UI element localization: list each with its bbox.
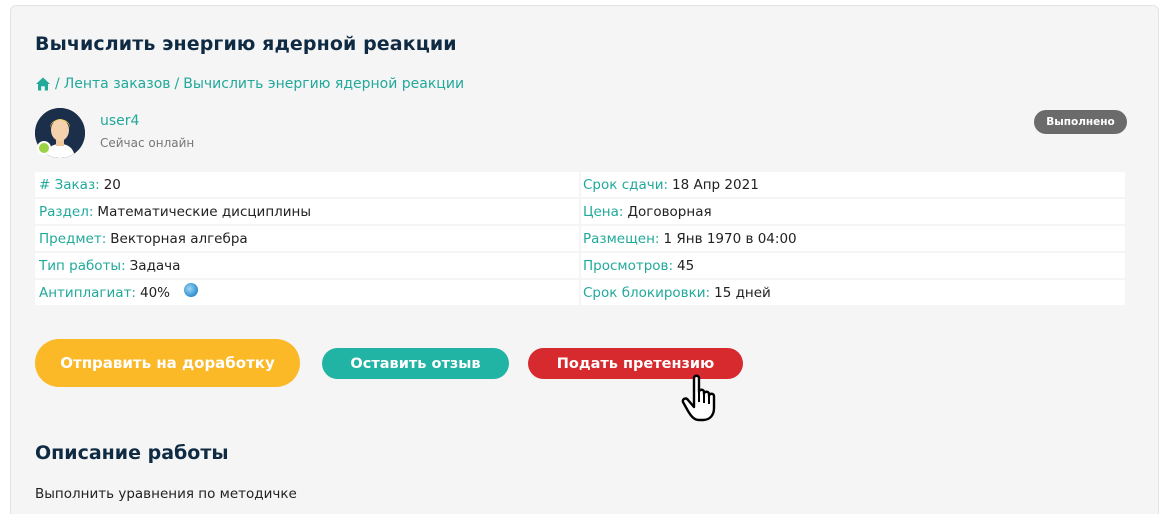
detail-value: Векторная алгебра	[110, 230, 248, 247]
detail-label: Тип работы:	[39, 257, 126, 274]
antiplagiarism: Антиплагиат: 40%	[35, 280, 579, 305]
order-details: # Заказ: 20 Срок сдачи: 18 Апр 2021 Разд…	[35, 172, 1125, 307]
detail-value: Договорная	[627, 203, 712, 220]
user-online-status: Сейчас онлайн	[100, 136, 195, 150]
block-period: Срок блокировки: 15 дней	[581, 280, 1125, 305]
detail-label: Предмет:	[39, 230, 107, 247]
breadcrumb-separator: /	[174, 76, 180, 92]
details-row: Тип работы: Задача Просмотров: 45	[35, 253, 1125, 280]
home-icon[interactable]	[35, 76, 51, 92]
subject: Предмет: Векторная алгебра	[35, 226, 579, 251]
detail-value: Математические дисциплины	[97, 203, 312, 220]
section: Раздел: Математические дисциплины	[35, 199, 579, 224]
detail-label: Срок сдачи:	[583, 176, 669, 193]
detail-label: # Заказ:	[39, 176, 100, 193]
details-row: Антиплагиат: 40% Срок блокировки: 15 дне…	[35, 280, 1125, 307]
hand-pointer-icon	[680, 372, 732, 424]
details-row: Предмет: Векторная алгебра Размещен: 1 Я…	[35, 226, 1125, 253]
detail-value: 20	[103, 176, 121, 193]
detail-value: Задача	[129, 257, 181, 274]
deadline: Срок сдачи: 18 Апр 2021	[581, 172, 1125, 197]
details-row: # Заказ: 20 Срок сдачи: 18 Апр 2021	[35, 172, 1125, 199]
page-title: Вычислить энергию ядерной реакции	[35, 33, 457, 55]
description-text: Выполнить уравнения по методичке	[35, 486, 297, 502]
status-badge: Выполнено	[1034, 110, 1127, 134]
leave-review-button[interactable]: Оставить отзыв	[322, 348, 509, 379]
price: Цена: Договорная	[581, 199, 1125, 224]
detail-label: Цена:	[583, 203, 624, 220]
detail-label: Размещен:	[583, 230, 660, 247]
antiplagiarism-info-icon[interactable]	[184, 282, 198, 297]
detail-label: Срок блокировки:	[583, 284, 711, 301]
breadcrumb: / Лента заказов / Вычислить энергию ядер…	[35, 76, 464, 92]
description-heading: Описание работы	[35, 442, 229, 464]
order-number: # Заказ: 20	[35, 172, 579, 197]
detail-value: 15 дней	[714, 284, 771, 301]
work-type: Тип работы: Задача	[35, 253, 579, 278]
username-link[interactable]: user4	[100, 113, 139, 129]
views-count: Просмотров: 45	[581, 253, 1125, 278]
breadcrumb-separator: /	[55, 76, 60, 92]
send-for-rework-button[interactable]: Отправить на доработку	[35, 339, 300, 387]
detail-value: 1 Янв 1970 в 04:00	[663, 230, 797, 247]
detail-label: Раздел:	[39, 203, 94, 220]
details-row: Раздел: Математические дисциплины Цена: …	[35, 199, 1125, 226]
detail-label: Просмотров:	[583, 257, 674, 274]
detail-value: 40%	[139, 284, 170, 301]
online-indicator	[37, 141, 51, 155]
detail-value: 18 Апр 2021	[672, 176, 759, 193]
detail-label: Антиплагиат:	[39, 284, 136, 301]
breadcrumb-orders-feed[interactable]: Лента заказов	[64, 76, 171, 92]
detail-value: 45	[677, 257, 695, 274]
posted-date: Размещен: 1 Янв 1970 в 04:00	[581, 226, 1125, 251]
breadcrumb-current[interactable]: Вычислить энергию ядерной реакции	[183, 76, 464, 92]
